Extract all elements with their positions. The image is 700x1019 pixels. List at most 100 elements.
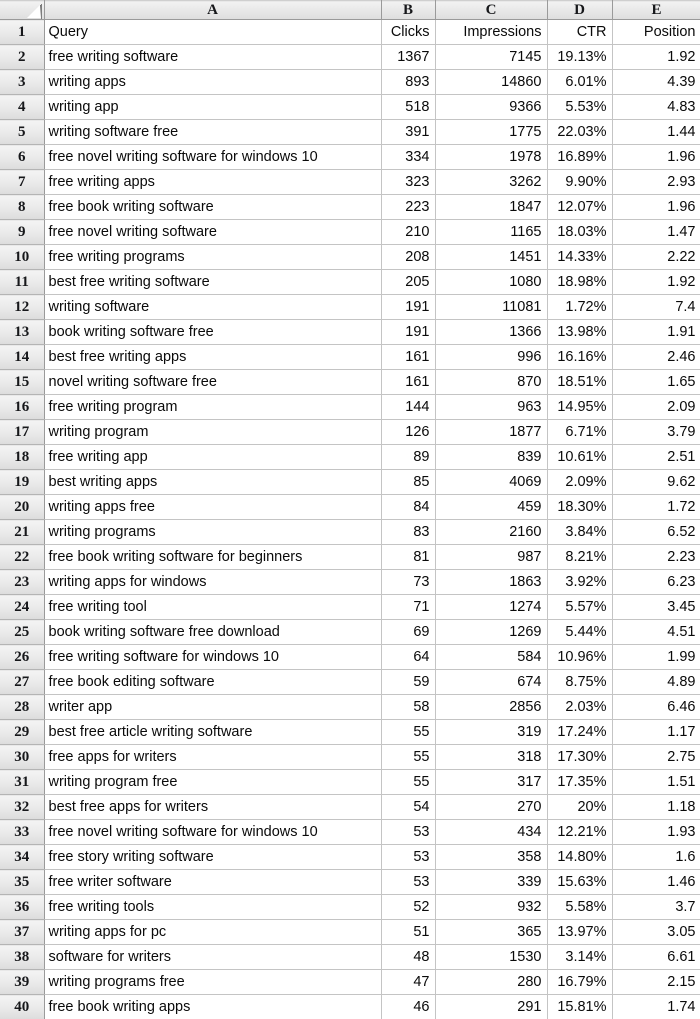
cell-clicks[interactable]: 144 [381,394,436,420]
row-header[interactable]: 29 [0,719,45,745]
row-header[interactable]: 28 [0,694,45,720]
cell-impressions[interactable]: 1877 [435,419,548,445]
cell-clicks[interactable]: 84 [381,494,436,520]
cell-impressions[interactable]: 1863 [435,569,548,595]
cell-position[interactable]: 1.46 [612,869,700,895]
cell-query[interactable]: book writing software free download [44,619,382,645]
row-header[interactable]: 9 [0,219,45,245]
cell-ctr[interactable]: 2.03% [547,694,613,720]
cell-ctr[interactable]: 15.63% [547,869,613,895]
row-header[interactable]: 23 [0,569,45,595]
cell-impressions[interactable]: 1530 [435,944,548,970]
cell-ctr[interactable]: 16.89% [547,144,613,170]
row-header[interactable]: 1 [0,19,45,45]
cell-clicks[interactable]: Clicks [381,19,436,45]
cell-ctr[interactable]: 18.03% [547,219,613,245]
row-header[interactable]: 34 [0,844,45,870]
cell-clicks[interactable]: 223 [381,194,436,220]
cell-query[interactable]: writing software [44,294,382,320]
row-header[interactable]: 33 [0,819,45,845]
cell-query[interactable]: Query [44,19,382,45]
cell-position[interactable]: 2.23 [612,544,700,570]
cell-query[interactable]: writing programs free [44,969,382,995]
cell-position[interactable]: 1.51 [612,769,700,795]
cell-ctr[interactable]: 16.79% [547,969,613,995]
cell-position[interactable]: 1.92 [612,269,700,295]
cell-position[interactable]: 4.39 [612,69,700,95]
cell-impressions[interactable]: 963 [435,394,548,420]
cell-impressions[interactable]: 839 [435,444,548,470]
cell-position[interactable]: 2.15 [612,969,700,995]
cell-ctr[interactable]: 2.09% [547,469,613,495]
row-header[interactable]: 35 [0,869,45,895]
cell-position[interactable]: 3.7 [612,894,700,920]
cell-position[interactable]: 1.65 [612,369,700,395]
cell-position[interactable]: 1.44 [612,119,700,145]
cell-clicks[interactable]: 89 [381,444,436,470]
row-header[interactable]: 16 [0,394,45,420]
cell-ctr[interactable]: 14.95% [547,394,613,420]
cell-query[interactable]: free novel writing software for windows … [44,144,382,170]
cell-clicks[interactable]: 55 [381,719,436,745]
cell-ctr[interactable]: 6.01% [547,69,613,95]
row-header[interactable]: 25 [0,619,45,645]
cell-position[interactable]: 9.62 [612,469,700,495]
cell-query[interactable]: free writing tools [44,894,382,920]
cell-position[interactable]: 1.99 [612,644,700,670]
column-header-d[interactable]: D [547,0,613,20]
cell-position[interactable]: 1.47 [612,219,700,245]
cell-ctr[interactable]: 5.57% [547,594,613,620]
row-header[interactable]: 40 [0,994,45,1019]
cell-impressions[interactable]: 318 [435,744,548,770]
cell-ctr[interactable]: 18.30% [547,494,613,520]
cell-clicks[interactable]: 52 [381,894,436,920]
cell-clicks[interactable]: 59 [381,669,436,695]
cell-impressions[interactable]: 1080 [435,269,548,295]
cell-query[interactable]: writing program free [44,769,382,795]
cell-ctr[interactable]: 8.75% [547,669,613,695]
row-header[interactable]: 15 [0,369,45,395]
cell-clicks[interactable]: 893 [381,69,436,95]
cell-ctr[interactable]: 10.61% [547,444,613,470]
row-header[interactable]: 36 [0,894,45,920]
row-header[interactable]: 2 [0,44,45,70]
cell-ctr[interactable]: 15.81% [547,994,613,1019]
cell-position[interactable]: 1.18 [612,794,700,820]
cell-query[interactable]: writing programs [44,519,382,545]
row-header[interactable]: 27 [0,669,45,695]
cell-query[interactable]: free writing tool [44,594,382,620]
cell-impressions[interactable]: 1847 [435,194,548,220]
row-header[interactable]: 38 [0,944,45,970]
cell-impressions[interactable]: 1451 [435,244,548,270]
cell-impressions[interactable]: 1978 [435,144,548,170]
cell-ctr[interactable]: 9.90% [547,169,613,195]
cell-position[interactable]: 4.89 [612,669,700,695]
cell-impressions[interactable]: 365 [435,919,548,945]
cell-impressions[interactable]: 584 [435,644,548,670]
row-header[interactable]: 19 [0,469,45,495]
cell-position[interactable]: 1.96 [612,144,700,170]
row-header[interactable]: 32 [0,794,45,820]
cell-clicks[interactable]: 210 [381,219,436,245]
row-header[interactable]: 4 [0,94,45,120]
cell-position[interactable]: 7.4 [612,294,700,320]
cell-query[interactable]: writing apps for pc [44,919,382,945]
cell-ctr[interactable]: 1.72% [547,294,613,320]
cell-clicks[interactable]: 69 [381,619,436,645]
cell-impressions[interactable]: 932 [435,894,548,920]
cell-query[interactable]: free apps for writers [44,744,382,770]
cell-impressions[interactable]: 2856 [435,694,548,720]
cell-impressions[interactable]: 317 [435,769,548,795]
cell-position[interactable]: 1.91 [612,319,700,345]
cell-impressions[interactable]: 4069 [435,469,548,495]
cell-query[interactable]: free writing programs [44,244,382,270]
cell-impressions[interactable]: 14860 [435,69,548,95]
cell-clicks[interactable]: 53 [381,869,436,895]
cell-ctr[interactable]: 18.51% [547,369,613,395]
cell-position[interactable]: 1.17 [612,719,700,745]
cell-query[interactable]: writing apps free [44,494,382,520]
column-header-a[interactable]: A [44,0,382,20]
cell-impressions[interactable]: 434 [435,819,548,845]
cell-impressions[interactable]: Impressions [435,19,548,45]
cell-position[interactable]: 2.09 [612,394,700,420]
